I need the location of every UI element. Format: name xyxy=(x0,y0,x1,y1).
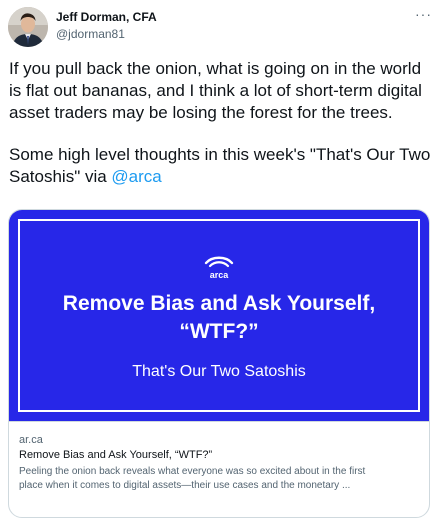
tweet-paragraph-2: Some high level thoughts in this week's … xyxy=(9,144,433,188)
tweet-paragraph-2-text: Some high level thoughts in this week's … xyxy=(9,145,431,186)
card-image-headline-line-2: “WTF?” xyxy=(179,320,259,343)
card-image-subheadline: That's Our Two Satoshis xyxy=(132,363,306,380)
card-title: Remove Bias and Ask Yourself, “WTF?” xyxy=(19,449,213,461)
author-name[interactable]: Jeff Dorman, CFA xyxy=(56,9,157,25)
card-image-headline-line-1: Remove Bias and Ask Yourself, xyxy=(62,292,376,315)
arca-logo-text: arca xyxy=(210,270,230,280)
card-image[interactable]: arca Remove Bias and Ask Yourself, “WTF?… xyxy=(9,210,429,421)
card-description: Peeling the onion back reveals what ever… xyxy=(19,465,419,493)
card-description-line-2: place when it comes to digital assets—th… xyxy=(19,480,351,491)
mention-link[interactable]: @arca xyxy=(111,167,161,186)
avatar[interactable] xyxy=(8,7,48,47)
tweet-paragraph-1: If you pull back the onion, what is goin… xyxy=(9,59,422,122)
card-image-headline: Remove Bias and Ask Yourself, “WTF?” xyxy=(9,290,429,346)
card-description-line-1: Peeling the onion back reveals what ever… xyxy=(19,466,366,477)
card-domain: ar.ca xyxy=(19,434,43,446)
avatar-photo xyxy=(8,7,48,47)
arca-logo-icon: arca xyxy=(204,256,234,280)
author-handle[interactable]: @jdorman81 xyxy=(56,26,157,42)
card-meta[interactable]: ar.ca Remove Bias and Ask Yourself, “WTF… xyxy=(9,421,429,493)
more-options-icon[interactable]: ··· xyxy=(415,7,432,21)
tweet: Jeff Dorman, CFA @jdorman81 ··· If you p… xyxy=(0,0,441,525)
author-block: Jeff Dorman, CFA @jdorman81 xyxy=(56,9,157,42)
link-card[interactable]: arca Remove Bias and Ask Yourself, “WTF?… xyxy=(8,209,430,518)
tweet-text: If you pull back the onion, what is goin… xyxy=(9,58,433,188)
